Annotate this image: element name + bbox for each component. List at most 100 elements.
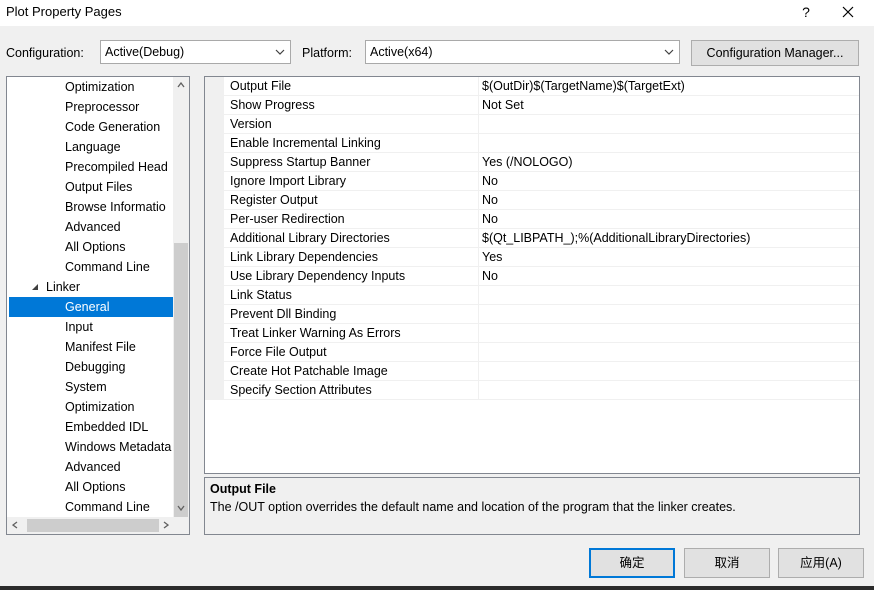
property-name: Version [230,117,272,131]
property-row[interactable]: Treat Linker Warning As Errors [224,324,859,343]
scrollbar-thumb[interactable] [174,243,188,521]
property-name: Use Library Dependency Inputs [230,269,406,283]
tree-item-selected[interactable]: General [9,297,173,317]
scroll-down-arrow-icon[interactable] [177,505,185,511]
column-separator [478,96,479,115]
tree-item[interactable]: Optimization [65,77,173,97]
property-row[interactable]: Link Status [224,286,859,305]
tree-item[interactable]: Advanced [65,457,173,477]
tree-item[interactable]: Output Files [65,177,173,197]
property-row[interactable]: Enable Incremental Linking [224,134,859,153]
property-value[interactable]: No [482,174,498,188]
column-separator [478,172,479,191]
property-value[interactable]: Yes [482,250,502,264]
property-value[interactable]: No [482,212,498,226]
grid-gutter [205,77,224,400]
description-title: Output File [210,482,276,496]
property-value[interactable]: $(OutDir)$(TargetName)$(TargetExt) [482,79,685,93]
column-separator [478,267,479,286]
help-button[interactable]: ? [795,1,817,23]
property-row[interactable]: Additional Library Directories $(Qt_LIBPA… [224,229,859,248]
scroll-right-arrow-icon[interactable] [163,521,169,529]
property-name: Additional Library Directories [230,231,390,245]
close-button[interactable] [836,1,862,23]
tree-item[interactable]: Windows Metadata [65,437,173,457]
platform-select[interactable]: Active(x64) [365,40,680,64]
property-row[interactable]: Register Output No [224,191,859,210]
property-name: Show Progress [230,98,315,112]
column-separator [478,324,479,343]
tree-item[interactable]: System [65,377,173,397]
column-separator [478,305,479,324]
column-separator [478,77,479,96]
scroll-up-arrow-icon[interactable] [177,82,185,88]
property-row[interactable]: Ignore Import Library No [224,172,859,191]
tree-node-linker[interactable]: Linker [29,277,173,297]
tree-item[interactable]: Debugging [65,357,173,377]
property-row[interactable]: Per-user Redirection No [224,210,859,229]
description-panel: Output File The /OUT option overrides th… [204,477,860,535]
background-strip [0,586,874,590]
tree-item[interactable]: Command Line [65,497,173,517]
tree-item[interactable]: Input [65,317,173,337]
tree-item[interactable]: Precompiled Head [65,157,173,177]
tree-item[interactable]: All Options [65,237,173,257]
property-row[interactable]: Prevent Dll Binding [224,305,859,324]
window-title: Plot Property Pages [6,4,122,19]
tree-item[interactable]: Advanced [65,217,173,237]
tree-item[interactable]: All Options [65,477,173,497]
cancel-button[interactable]: 取消 [684,548,770,578]
property-name: Suppress Startup Banner [230,155,371,169]
ok-button[interactable]: 确定 [589,548,675,578]
column-separator [478,362,479,381]
platform-label: Platform: [302,46,353,60]
property-value[interactable]: No [482,269,498,283]
tree-item[interactable]: Manifest File [65,337,173,357]
column-separator [478,248,479,267]
chevron-down-icon [664,49,674,55]
property-name: Link Library Dependencies [230,250,379,264]
property-name: Enable Incremental Linking [230,136,381,150]
property-row[interactable]: Show Progress Not Set [224,96,859,115]
column-separator [478,286,479,305]
scrollbar-thumb[interactable] [27,519,159,532]
property-value[interactable]: No [482,193,498,207]
apply-button[interactable]: 应用(A) [778,548,864,578]
tree-item[interactable]: Code Generation [65,117,173,137]
property-row[interactable]: Link Library Dependencies Yes [224,248,859,267]
property-name: Prevent Dll Binding [230,307,337,321]
property-name: Force File Output [230,345,327,359]
tree-node-label: Linker [46,280,81,294]
property-row[interactable]: Version [224,115,859,134]
close-icon [842,6,854,18]
tree-item[interactable]: Language [65,137,173,157]
configuration-select[interactable]: Active(Debug) [100,40,291,64]
property-value[interactable]: $(Qt_LIBPATH_);%(AdditionalLibraryDirect… [482,231,750,245]
property-row[interactable]: Specify Section Attributes [224,381,859,400]
property-name: Treat Linker Warning As Errors [230,326,401,340]
category-tree: Optimization Preprocessor Code Generatio… [6,76,190,535]
property-value[interactable]: Yes (/NOLOGO) [482,155,573,169]
property-row[interactable]: Output File $(OutDir)$(TargetName)$(Targe… [224,77,859,96]
tree-vertical-scrollbar[interactable] [173,77,189,521]
tree-horizontal-scrollbar[interactable] [7,517,189,534]
property-row[interactable]: Use Library Dependency Inputs No [224,267,859,286]
tree-item[interactable]: Embedded IDL [65,417,173,437]
tree-item[interactable]: Optimization [65,397,173,417]
property-name: Ignore Import Library [230,174,347,188]
tree-item[interactable]: Command Line [65,257,173,277]
property-row[interactable]: Suppress Startup Banner Yes (/NOLOGO) [224,153,859,172]
property-row[interactable]: Create Hot Patchable Image [224,362,859,381]
tree-item[interactable]: Browse Informatio [65,197,173,217]
configuration-manager-button[interactable]: Configuration Manager... [691,40,859,66]
property-name: Output File [230,79,292,93]
column-separator [478,210,479,229]
column-separator [478,115,479,134]
property-row[interactable]: Force File Output [224,343,859,362]
scroll-left-arrow-icon[interactable] [12,521,18,529]
tree-item[interactable]: Preprocessor [65,97,173,117]
property-value[interactable]: Not Set [482,98,524,112]
title-bar: Plot Property Pages ? [0,0,874,26]
scrollbar-corner [173,517,189,534]
property-name: Create Hot Patchable Image [230,364,388,378]
